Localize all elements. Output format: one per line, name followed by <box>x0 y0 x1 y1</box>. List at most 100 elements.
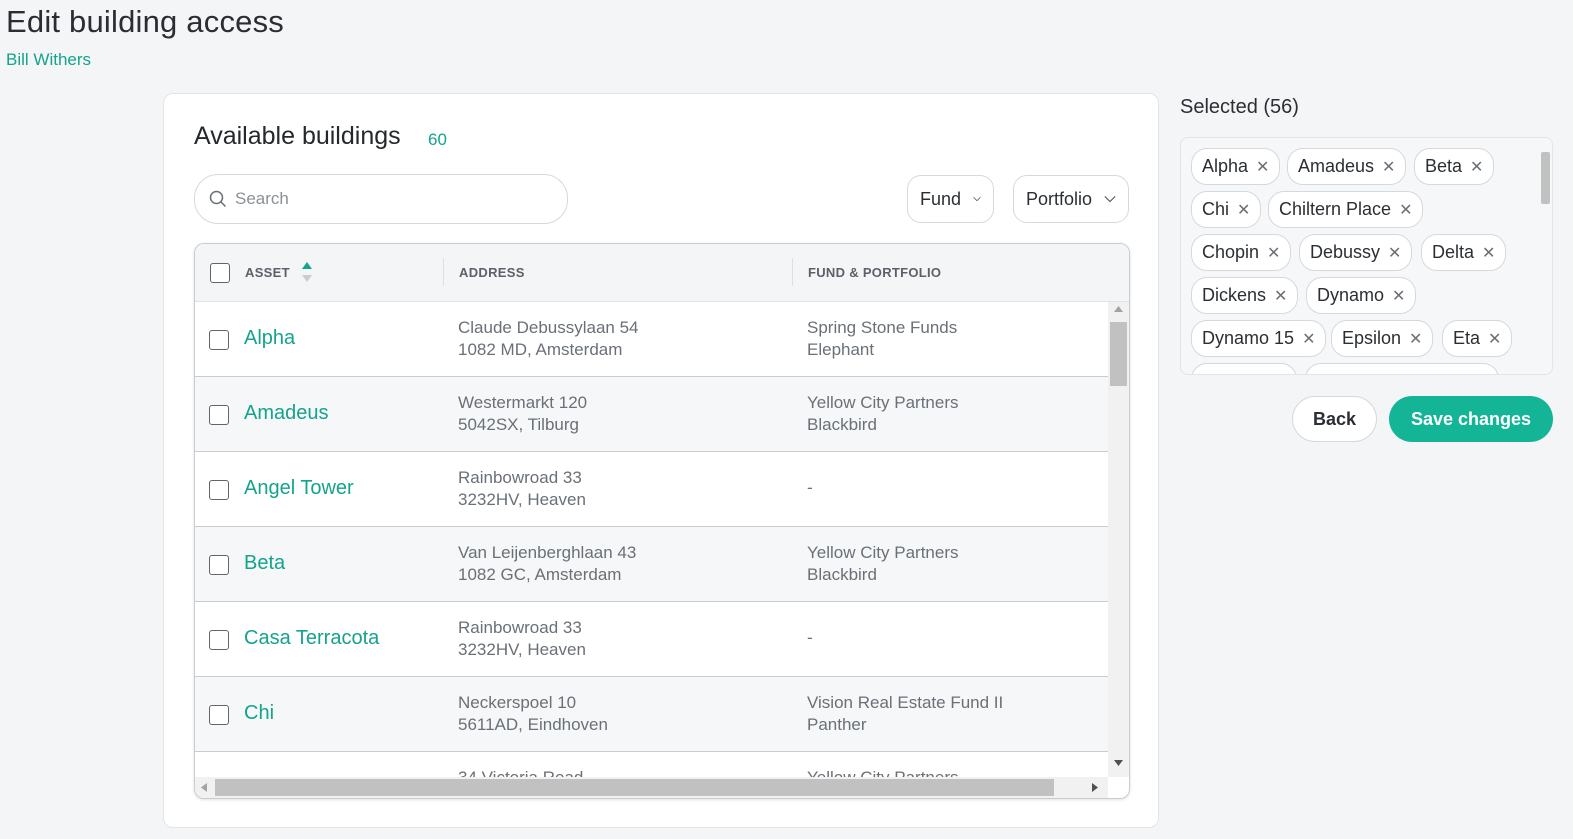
column-asset[interactable]: ASSET <box>245 265 290 280</box>
row-checkbox[interactable] <box>209 480 229 500</box>
chip-label: Dickens <box>1202 285 1267 305</box>
table-row: 34 Victoria Road Yellow City Partners <box>195 752 1108 777</box>
remove-icon[interactable]: ✕ <box>1274 286 1287 306</box>
vertical-scroll-thumb[interactable] <box>1110 322 1127 386</box>
address-line2: 1082 GC, Amsterdam <box>458 565 622 584</box>
search-box[interactable] <box>194 174 568 224</box>
remove-icon[interactable]: ✕ <box>1409 329 1422 349</box>
table-row: Chi Neckerspoel 10 5611AD, Eindhoven Vis… <box>195 677 1108 752</box>
remove-icon[interactable]: ✕ <box>1399 200 1412 220</box>
remove-icon[interactable]: ✕ <box>1382 157 1395 177</box>
card-title: Available buildings <box>194 122 401 150</box>
row-checkbox[interactable] <box>209 705 229 725</box>
row-checkbox[interactable] <box>209 555 229 575</box>
remove-icon[interactable]: ✕ <box>1302 329 1315 349</box>
selected-chip: Beta ✕ <box>1414 148 1495 185</box>
chevron-down-icon <box>973 197 981 202</box>
address-line1: Neckerspoel 10 <box>458 693 577 712</box>
fund-name: Spring Stone Funds <box>807 318 958 337</box>
asset-link[interactable]: Casa Terracota <box>244 627 379 650</box>
selected-chip: Amadeus ✕ <box>1287 148 1407 185</box>
fund-name: Vision Real Estate Fund II <box>807 693 1004 712</box>
remove-icon[interactable]: ✕ <box>1488 329 1501 349</box>
asset-link[interactable]: Alpha <box>244 327 295 350</box>
asset-link[interactable]: Amadeus <box>244 402 329 425</box>
remove-icon[interactable]: ✕ <box>1482 243 1495 263</box>
remove-icon[interactable]: ✕ <box>1470 157 1483 177</box>
fund-dropdown-label: Fund <box>920 188 962 209</box>
selected-chip: Debussy ✕ <box>1299 234 1413 271</box>
table-row: Beta Van Leijenberghlaan 43 1082 GC, Ams… <box>195 527 1108 602</box>
address-line2: 3232HV, Heaven <box>458 640 586 659</box>
portfolio-dropdown[interactable]: Portfolio <box>1013 175 1129 223</box>
fund-empty: - <box>807 628 813 647</box>
remove-icon[interactable]: ✕ <box>1392 286 1405 306</box>
selected-chip-partial <box>1191 363 1297 374</box>
scroll-down-icon[interactable] <box>1114 760 1123 766</box>
search-input[interactable] <box>235 189 555 209</box>
fund-name: Yellow City Partners <box>807 768 959 777</box>
address-line2: 5042SX, Tilburg <box>458 415 579 434</box>
chip-label: Chi <box>1202 199 1230 219</box>
address-line1: Rainbowroad 33 <box>458 468 582 487</box>
column-address: ADDRESS <box>459 265 525 280</box>
available-buildings-card: Available buildings 60 Fund Portfolio AS… <box>163 93 1159 828</box>
user-link[interactable]: Bill Withers <box>6 50 91 70</box>
address-line1: Rainbowroad 33 <box>458 618 582 637</box>
chip-label: Dynamo <box>1317 285 1385 305</box>
table-body: Alpha Claude Debussylaan 54 1082 MD, Ams… <box>195 302 1108 777</box>
table-row: Alpha Claude Debussylaan 54 1082 MD, Ams… <box>195 302 1108 377</box>
asset-link[interactable]: Chi <box>244 702 274 725</box>
back-button[interactable]: Back <box>1292 396 1377 442</box>
chip-label: Alpha <box>1202 156 1249 176</box>
asset-link[interactable]: Beta <box>244 552 285 575</box>
chip-label: Chiltern Place <box>1279 199 1392 219</box>
selected-chip: Alpha ✕ <box>1191 148 1281 185</box>
table-row: Angel Tower Rainbowroad 33 3232HV, Heave… <box>195 452 1108 527</box>
column-fund-portfolio: FUND & PORTFOLIO <box>808 265 942 280</box>
sort-ascending-icon[interactable] <box>301 261 313 283</box>
selected-chip: Dynamo ✕ <box>1306 277 1417 314</box>
portfolio-name: Panther <box>807 715 867 734</box>
portfolio-name: Elephant <box>807 340 875 359</box>
chip-label: Beta <box>1425 156 1463 176</box>
selected-chip-partial <box>1305 363 1499 374</box>
vertical-scrollbar[interactable] <box>1108 302 1129 777</box>
save-changes-button[interactable]: Save changes <box>1389 396 1553 442</box>
remove-icon[interactable]: ✕ <box>1388 243 1401 263</box>
selected-chip: Chiltern Place ✕ <box>1268 191 1424 228</box>
address-line1: 34 Victoria Road <box>458 768 583 777</box>
select-all-checkbox[interactable] <box>210 263 230 283</box>
selected-chip: Dynamo 15 ✕ <box>1191 320 1327 357</box>
column-divider <box>443 258 444 286</box>
selected-chips: Alpha ✕ Amadeus ✕ Beta ✕ Chi ✕ Chiltern Plac… <box>1180 137 1553 375</box>
portfolio-name: Blackbird <box>807 565 877 584</box>
fund-name: Yellow City Partners <box>807 543 959 562</box>
remove-icon[interactable]: ✕ <box>1256 157 1269 177</box>
table-row: Casa Terracota Rainbowroad 33 3232HV, He… <box>195 602 1108 677</box>
chip-label: Epsilon <box>1342 328 1402 348</box>
selected-chip: Epsilon ✕ <box>1331 320 1434 357</box>
selected-chip: Eta ✕ <box>1442 320 1513 357</box>
chips-scroll-thumb[interactable] <box>1541 152 1550 204</box>
remove-icon[interactable]: ✕ <box>1237 200 1250 220</box>
row-checkbox[interactable] <box>209 630 229 650</box>
fund-dropdown[interactable]: Fund <box>907 175 994 223</box>
remove-icon[interactable]: ✕ <box>1267 243 1280 263</box>
selected-title: Selected (56) <box>1180 96 1299 118</box>
chips-scrollbar[interactable] <box>1538 138 1552 374</box>
scroll-right-icon[interactable] <box>1092 783 1098 792</box>
row-checkbox[interactable] <box>209 330 229 350</box>
scroll-up-icon[interactable] <box>1114 306 1123 312</box>
horizontal-scrollbar[interactable] <box>195 777 1108 798</box>
asset-link[interactable]: Angel Tower <box>244 477 354 500</box>
chip-label: Chopin <box>1202 242 1260 262</box>
row-checkbox[interactable] <box>209 405 229 425</box>
chip-label: Eta <box>1453 328 1481 348</box>
selected-chip: Dickens ✕ <box>1191 277 1299 314</box>
address-line2: 3232HV, Heaven <box>458 490 586 509</box>
column-divider <box>792 258 793 286</box>
portfolio-dropdown-label: Portfolio <box>1026 188 1093 209</box>
horizontal-scroll-thumb[interactable] <box>215 779 1054 796</box>
scroll-left-icon[interactable] <box>201 783 207 792</box>
